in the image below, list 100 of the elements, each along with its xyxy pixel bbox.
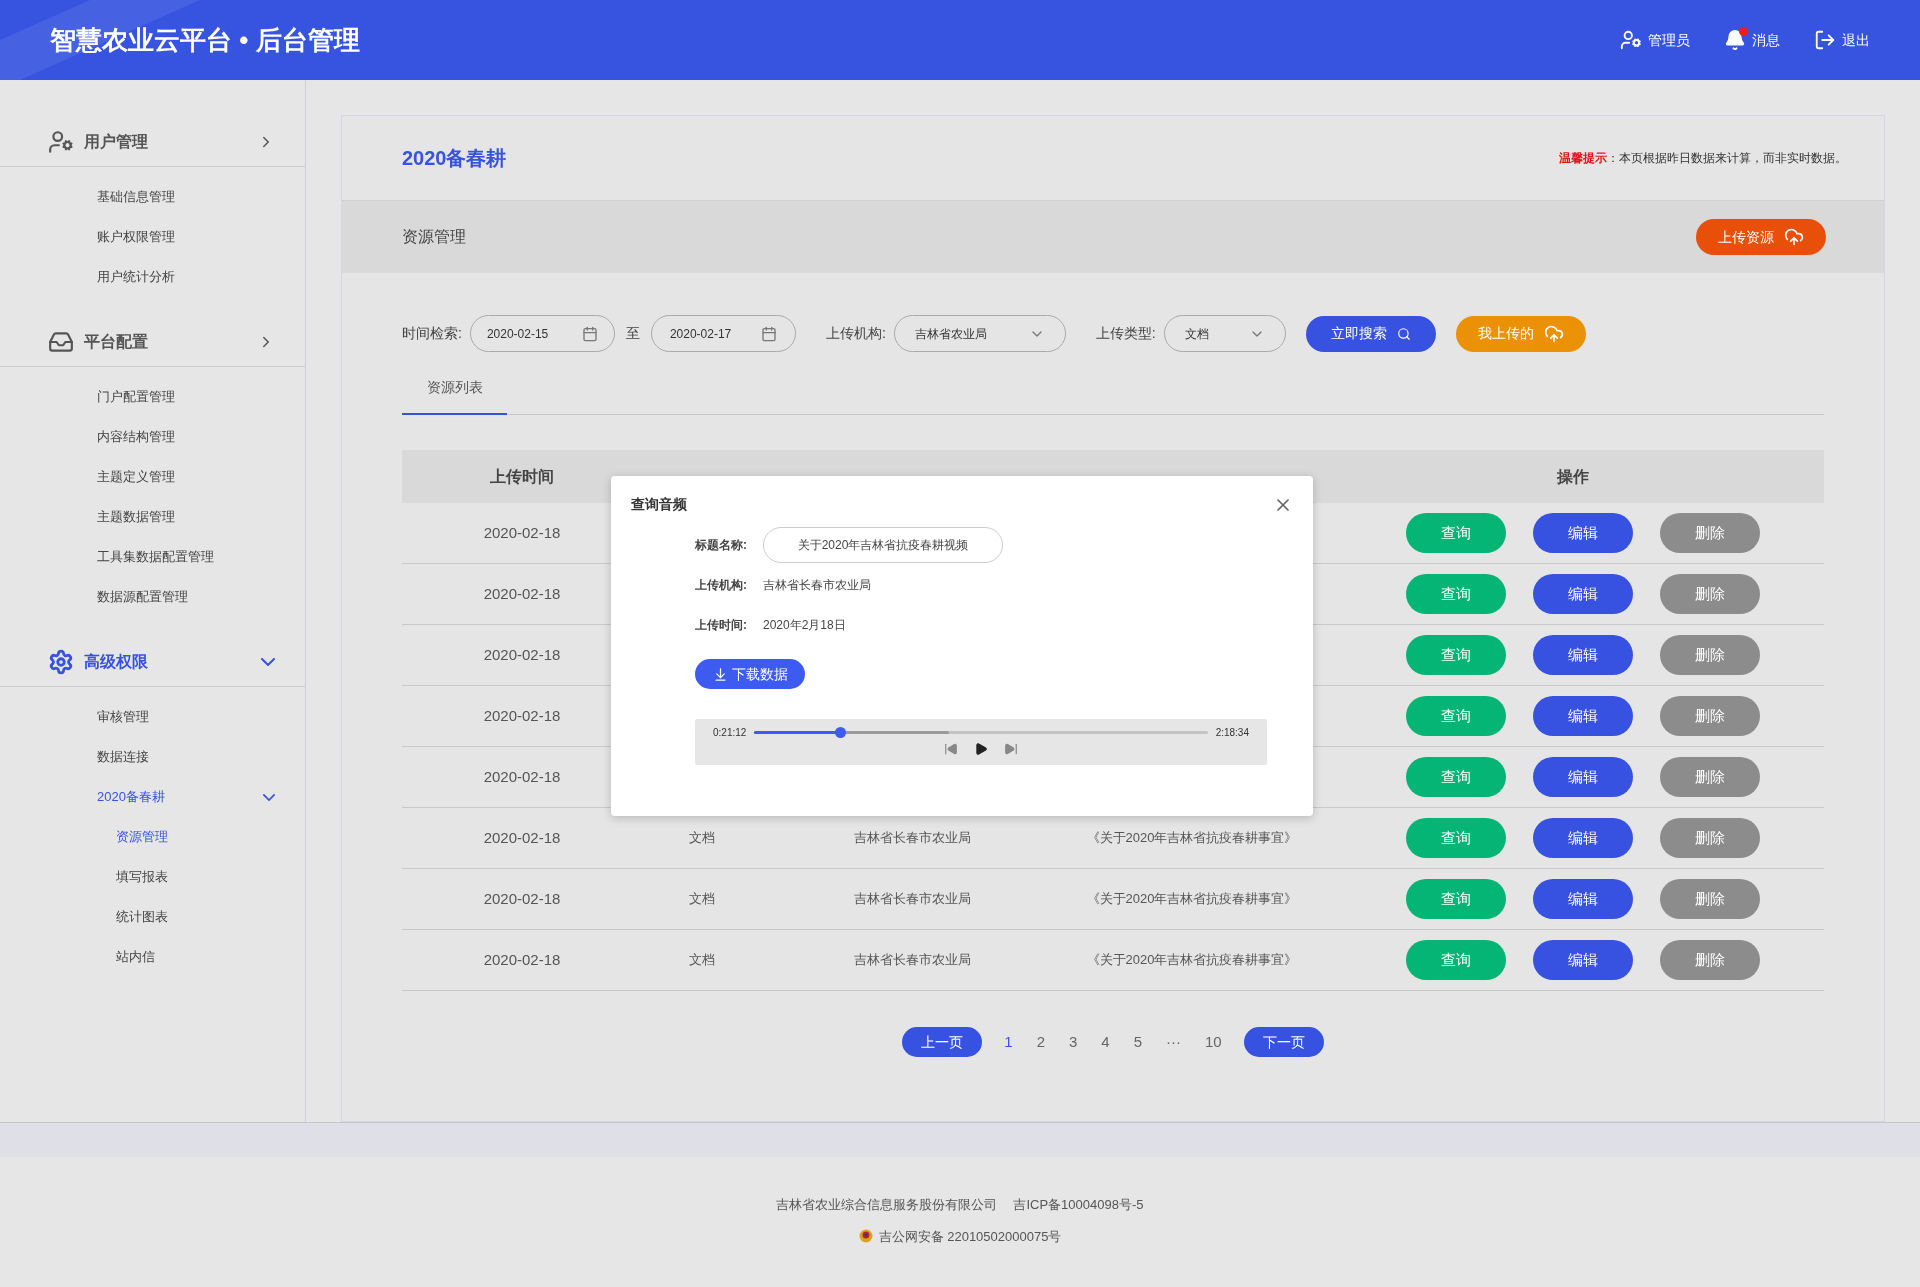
- table-cell: 2020-02-18: [483, 523, 561, 541]
- cloud-upload-icon: [1543, 323, 1564, 344]
- table-cell: 2020-02-18: [483, 584, 561, 602]
- sidebar-item[interactable]: 统计图表: [116, 907, 168, 927]
- tab[interactable]: 资源列表: [402, 361, 507, 415]
- sidebar-item[interactable]: 2020备春耕: [97, 787, 165, 807]
- sidebar-item[interactable]: 基础信息管理: [97, 187, 175, 207]
- page-title: 2020备春耕: [402, 146, 507, 171]
- table-cell: 吉林省长春市农业局: [853, 952, 971, 968]
- table-cell: 2020-02-18: [483, 645, 561, 663]
- edit-button[interactable]: 编辑: [1533, 574, 1633, 614]
- page-number[interactable]: 1: [992, 1030, 1025, 1054]
- table-cell: 《关于2020年吉林省抗疫春耕事宜》: [1086, 952, 1298, 968]
- sidebar-item[interactable]: 门户配置管理: [97, 387, 175, 407]
- sidebar-item[interactable]: 主题定义管理: [97, 467, 175, 487]
- search-icon: [1396, 326, 1411, 341]
- field-label: 标题名称:: [695, 537, 748, 554]
- sidebar-item[interactable]: 主题数据管理: [97, 507, 175, 527]
- field-label: 上传时间:: [695, 617, 748, 634]
- filter-label: 上传类型:: [1095, 324, 1156, 343]
- page-number[interactable]: 3: [1057, 1030, 1090, 1054]
- delete-button[interactable]: 删除: [1660, 940, 1760, 980]
- table-cell: 《关于2020年吉林省抗疫春耕事宜》: [1086, 891, 1298, 907]
- sidebar-group[interactable]: 高级权限: [84, 649, 148, 674]
- sidebar-item[interactable]: 站内信: [116, 947, 155, 967]
- search-button[interactable]: 立即搜索: [1305, 315, 1436, 352]
- header-link[interactable]: 管理员: [1620, 29, 1690, 51]
- edit-button[interactable]: 编辑: [1533, 879, 1633, 919]
- notice-text: 温馨提示：本页根据昨日数据来计算，而非实时数据。: [1559, 150, 1847, 167]
- delete-button[interactable]: 删除: [1660, 757, 1760, 797]
- page-number[interactable]: 4: [1089, 1030, 1122, 1054]
- header-link[interactable]: 退出: [1814, 29, 1870, 51]
- sidebar-item[interactable]: 审核管理: [97, 707, 149, 727]
- play-icon[interactable]: [974, 742, 988, 756]
- field-label: 上传机构:: [695, 577, 748, 594]
- cloud-upload-icon: [1784, 227, 1804, 247]
- logout-icon: [1814, 29, 1836, 51]
- user-settings-icon: [1620, 29, 1642, 51]
- elapsed-time: 0:21:12: [713, 726, 747, 740]
- edit-button[interactable]: 编辑: [1533, 940, 1633, 980]
- sidebar-item[interactable]: 内容结构管理: [97, 427, 175, 447]
- page-number[interactable]: 10: [1193, 1030, 1234, 1054]
- user-settings-icon: [48, 128, 74, 155]
- table-cell: 2020-02-18: [483, 706, 561, 724]
- table-cell: 文档: [689, 830, 715, 846]
- sidebar-group[interactable]: 用户管理: [84, 129, 148, 154]
- progress-thumb[interactable]: [835, 727, 847, 738]
- page-number[interactable]: ···: [1154, 1030, 1193, 1054]
- sidebar-item[interactable]: 数据连接: [97, 747, 149, 767]
- prev-page-button[interactable]: 上一页: [902, 1027, 983, 1057]
- table-cell: 2020-02-18: [483, 889, 561, 907]
- title-input[interactable]: 关于2020年吉林省抗疫春耕视频: [763, 527, 1003, 563]
- police-record: 吉公网安备 22010502000075号: [878, 1227, 1062, 1246]
- field-value: 2020年2月18日: [763, 617, 846, 634]
- table-cell: 文档: [689, 891, 715, 907]
- calendar-icon: [581, 325, 598, 342]
- delete-button[interactable]: 删除: [1660, 574, 1760, 614]
- sidebar-item[interactable]: 填写报表: [116, 867, 168, 887]
- filter-label: 上传机构:: [825, 324, 886, 343]
- skip-forward-icon[interactable]: [1004, 742, 1018, 756]
- delete-button[interactable]: 删除: [1660, 696, 1760, 736]
- delete-button[interactable]: 删除: [1660, 818, 1760, 858]
- dialog-title: 查询音频: [631, 495, 687, 514]
- sidebar-group[interactable]: 平台配置: [84, 329, 148, 354]
- page-number[interactable]: 2: [1024, 1030, 1057, 1054]
- sidebar-item[interactable]: 用户统计分析: [97, 267, 175, 287]
- icp-number: 吉ICP备10004098号-5: [1013, 1196, 1144, 1214]
- table-cell: 吉林省长春市农业局: [853, 891, 971, 907]
- edit-button[interactable]: 编辑: [1533, 635, 1633, 675]
- header-link[interactable]: 消息: [1724, 29, 1780, 51]
- table-cell: 《关于2020年吉林省抗疫春耕事宜》: [1086, 830, 1298, 846]
- sidebar-item[interactable]: 数据源配置管理: [97, 587, 188, 607]
- edit-button[interactable]: 编辑: [1533, 757, 1633, 797]
- upload-button[interactable]: 上传资源: [1696, 219, 1826, 255]
- section-title: 资源管理: [402, 227, 466, 247]
- table-cell: 文档: [689, 952, 715, 968]
- skip-back-icon[interactable]: [944, 742, 958, 756]
- download-button[interactable]: 下载数据: [695, 659, 805, 689]
- sidebar-item[interactable]: 账户权限管理: [97, 227, 175, 247]
- filter-label: 时间检索:: [402, 324, 462, 343]
- sidebar-item[interactable]: 资源管理: [116, 827, 168, 847]
- calendar-icon: [760, 325, 777, 342]
- delete-button[interactable]: 删除: [1660, 513, 1760, 553]
- edit-button[interactable]: 编辑: [1533, 696, 1633, 736]
- app-title: 智慧农业云平台 • 后台管理: [50, 23, 360, 57]
- field-value: 吉林省长春市农业局: [763, 577, 871, 594]
- column-header: 上传时间: [490, 467, 554, 485]
- table-cell: 2020-02-18: [483, 767, 561, 785]
- delete-button[interactable]: 删除: [1660, 635, 1760, 675]
- page-number[interactable]: 5: [1121, 1030, 1154, 1054]
- edit-button[interactable]: 编辑: [1533, 513, 1633, 553]
- next-page-button[interactable]: 下一页: [1243, 1027, 1324, 1057]
- edit-button[interactable]: 编辑: [1533, 818, 1633, 858]
- table-cell: 吉林省长春市农业局: [853, 830, 971, 846]
- police-emblem-icon: [858, 1229, 873, 1244]
- sidebar-item[interactable]: 工具集数据配置管理: [97, 547, 214, 567]
- range-separator: 至: [625, 324, 640, 343]
- column-header: 操作: [1557, 467, 1589, 485]
- company-name: 吉林省农业综合信息服务股份有限公司: [776, 1196, 998, 1214]
- delete-button[interactable]: 删除: [1660, 879, 1760, 919]
